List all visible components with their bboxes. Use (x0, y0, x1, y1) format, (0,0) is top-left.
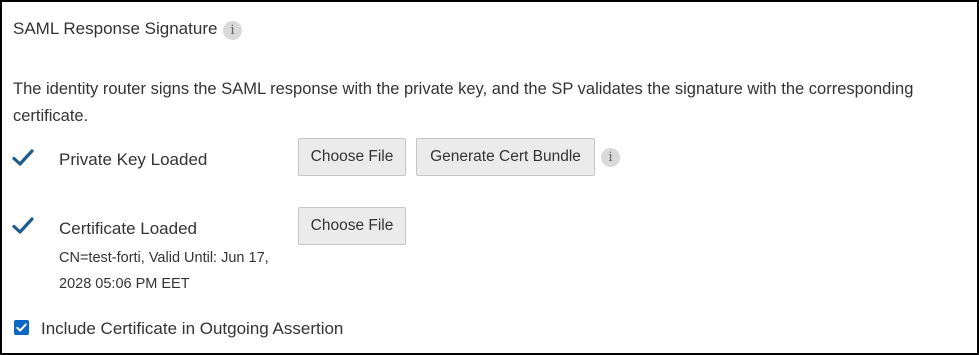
section-title: SAML Response Signature (13, 19, 218, 38)
private-key-status-label: Private Key Loaded (59, 150, 208, 169)
certificate-status-label: Certificate Loaded (59, 219, 197, 238)
check-icon (12, 149, 34, 166)
check-icon (12, 217, 34, 234)
info-icon[interactable]: i (223, 21, 242, 40)
certificate-details: CN=test-forti, Valid Until: Jun 17, 2028… (59, 250, 269, 292)
saml-response-signature-panel: SAML Response Signature i The identity r… (0, 0, 979, 355)
info-icon[interactable]: i (601, 148, 620, 167)
generate-cert-bundle-button[interactable]: Generate Cert Bundle (416, 138, 595, 176)
include-certificate-checkbox[interactable] (14, 320, 29, 335)
section-description: The identity router signs the SAML respo… (13, 80, 914, 125)
private-key-choose-file-button[interactable]: Choose File (298, 138, 406, 176)
certificate-choose-file-button[interactable]: Choose File (298, 207, 406, 245)
include-certificate-label[interactable]: Include Certificate in Outgoing Assertio… (41, 319, 343, 339)
